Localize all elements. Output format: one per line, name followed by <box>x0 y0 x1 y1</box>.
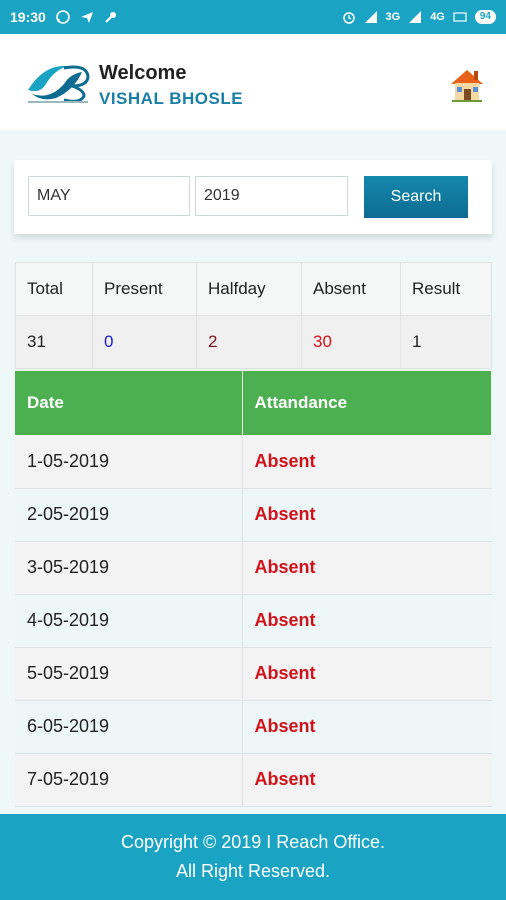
wrench-icon <box>105 12 116 23</box>
alarm-icon <box>342 12 355 24</box>
user-name: VISHAL BHOSLE <box>99 89 244 108</box>
row-status: Absent <box>241 753 492 807</box>
whatsapp-icon <box>56 10 70 24</box>
search-panel: Search <box>14 160 492 234</box>
battery-icon: 94 <box>474 10 496 24</box>
home-icon[interactable] <box>448 66 486 104</box>
summary-header-result: Result <box>400 262 492 316</box>
row-date: 4-05-2019 <box>15 594 242 648</box>
table-row: 1-05-2019 Absent <box>15 435 492 489</box>
signal-icon <box>409 11 422 23</box>
rights-text: All Right Reserved. <box>175 861 331 881</box>
summary-header-row: Total Present Halfday Absent Result <box>15 262 492 316</box>
table-row: 7-05-2019 Absent <box>15 753 492 807</box>
airplane-icon <box>80 12 93 23</box>
summary-result-value: 1 <box>400 315 492 369</box>
row-status: Absent <box>241 541 492 595</box>
row-date: 5-05-2019 <box>15 647 242 701</box>
summary-header-halfday: Halfday <box>196 262 302 316</box>
row-status: Absent <box>241 488 492 542</box>
footer: Copyright © 2019 I Reach Office. All Rig… <box>0 814 506 900</box>
summary-present-value: 0 <box>92 315 197 369</box>
row-status: Absent <box>241 435 492 489</box>
table-row: 4-05-2019 Absent <box>15 594 492 648</box>
status-time: 19:30 <box>10 9 46 25</box>
summary-absent-value: 30 <box>301 315 401 369</box>
signal-icon <box>364 11 377 23</box>
summary-halfday-value: 2 <box>196 315 302 369</box>
network-type: 3G <box>385 11 401 23</box>
summary-header-total: Total <box>15 262 93 316</box>
row-date: 1-05-2019 <box>15 435 242 489</box>
row-date: 7-05-2019 <box>15 753 242 807</box>
summary-header-present: Present <box>92 262 197 316</box>
company-logo <box>28 65 90 103</box>
table-row: 5-05-2019 Absent <box>15 647 492 701</box>
attendance-column-header: Attandance <box>242 371 492 435</box>
year-input[interactable] <box>195 176 348 216</box>
row-date: 6-05-2019 <box>15 700 242 754</box>
date-column-header: Date <box>15 371 243 435</box>
row-status: Absent <box>241 700 492 754</box>
row-date: 3-05-2019 <box>15 541 242 595</box>
summary-header-absent: Absent <box>301 262 401 316</box>
row-status: Absent <box>241 647 492 701</box>
attendance-header-row: Date Attandance <box>15 371 492 435</box>
network-type: 4G <box>430 11 445 23</box>
table-row: 2-05-2019 Absent <box>15 488 492 542</box>
welcome-title: Welcome <box>99 62 187 84</box>
search-button[interactable]: Search <box>364 176 468 218</box>
row-date: 2-05-2019 <box>15 488 242 542</box>
table-row: 6-05-2019 Absent <box>15 700 492 754</box>
month-input[interactable] <box>28 176 190 216</box>
summary-table: Total Present Halfday Absent Result 31 0… <box>15 262 492 369</box>
row-status: Absent <box>241 594 492 648</box>
status-bar: 19:30 3G 4G 94 <box>0 0 506 34</box>
attendance-table: Date Attandance 1-05-2019 Absent 2-05-2019… <box>15 371 492 807</box>
table-row: 3-05-2019 Absent <box>15 541 492 595</box>
app-header: Welcome VISHAL BHOSLE <box>0 34 506 130</box>
summary-total-value: 31 <box>15 315 93 369</box>
summary-values-row: 31 0 2 30 1 <box>15 315 492 369</box>
volte-icon <box>453 12 467 22</box>
copyright-text: Copyright © 2019 I Reach Office. <box>120 832 386 852</box>
